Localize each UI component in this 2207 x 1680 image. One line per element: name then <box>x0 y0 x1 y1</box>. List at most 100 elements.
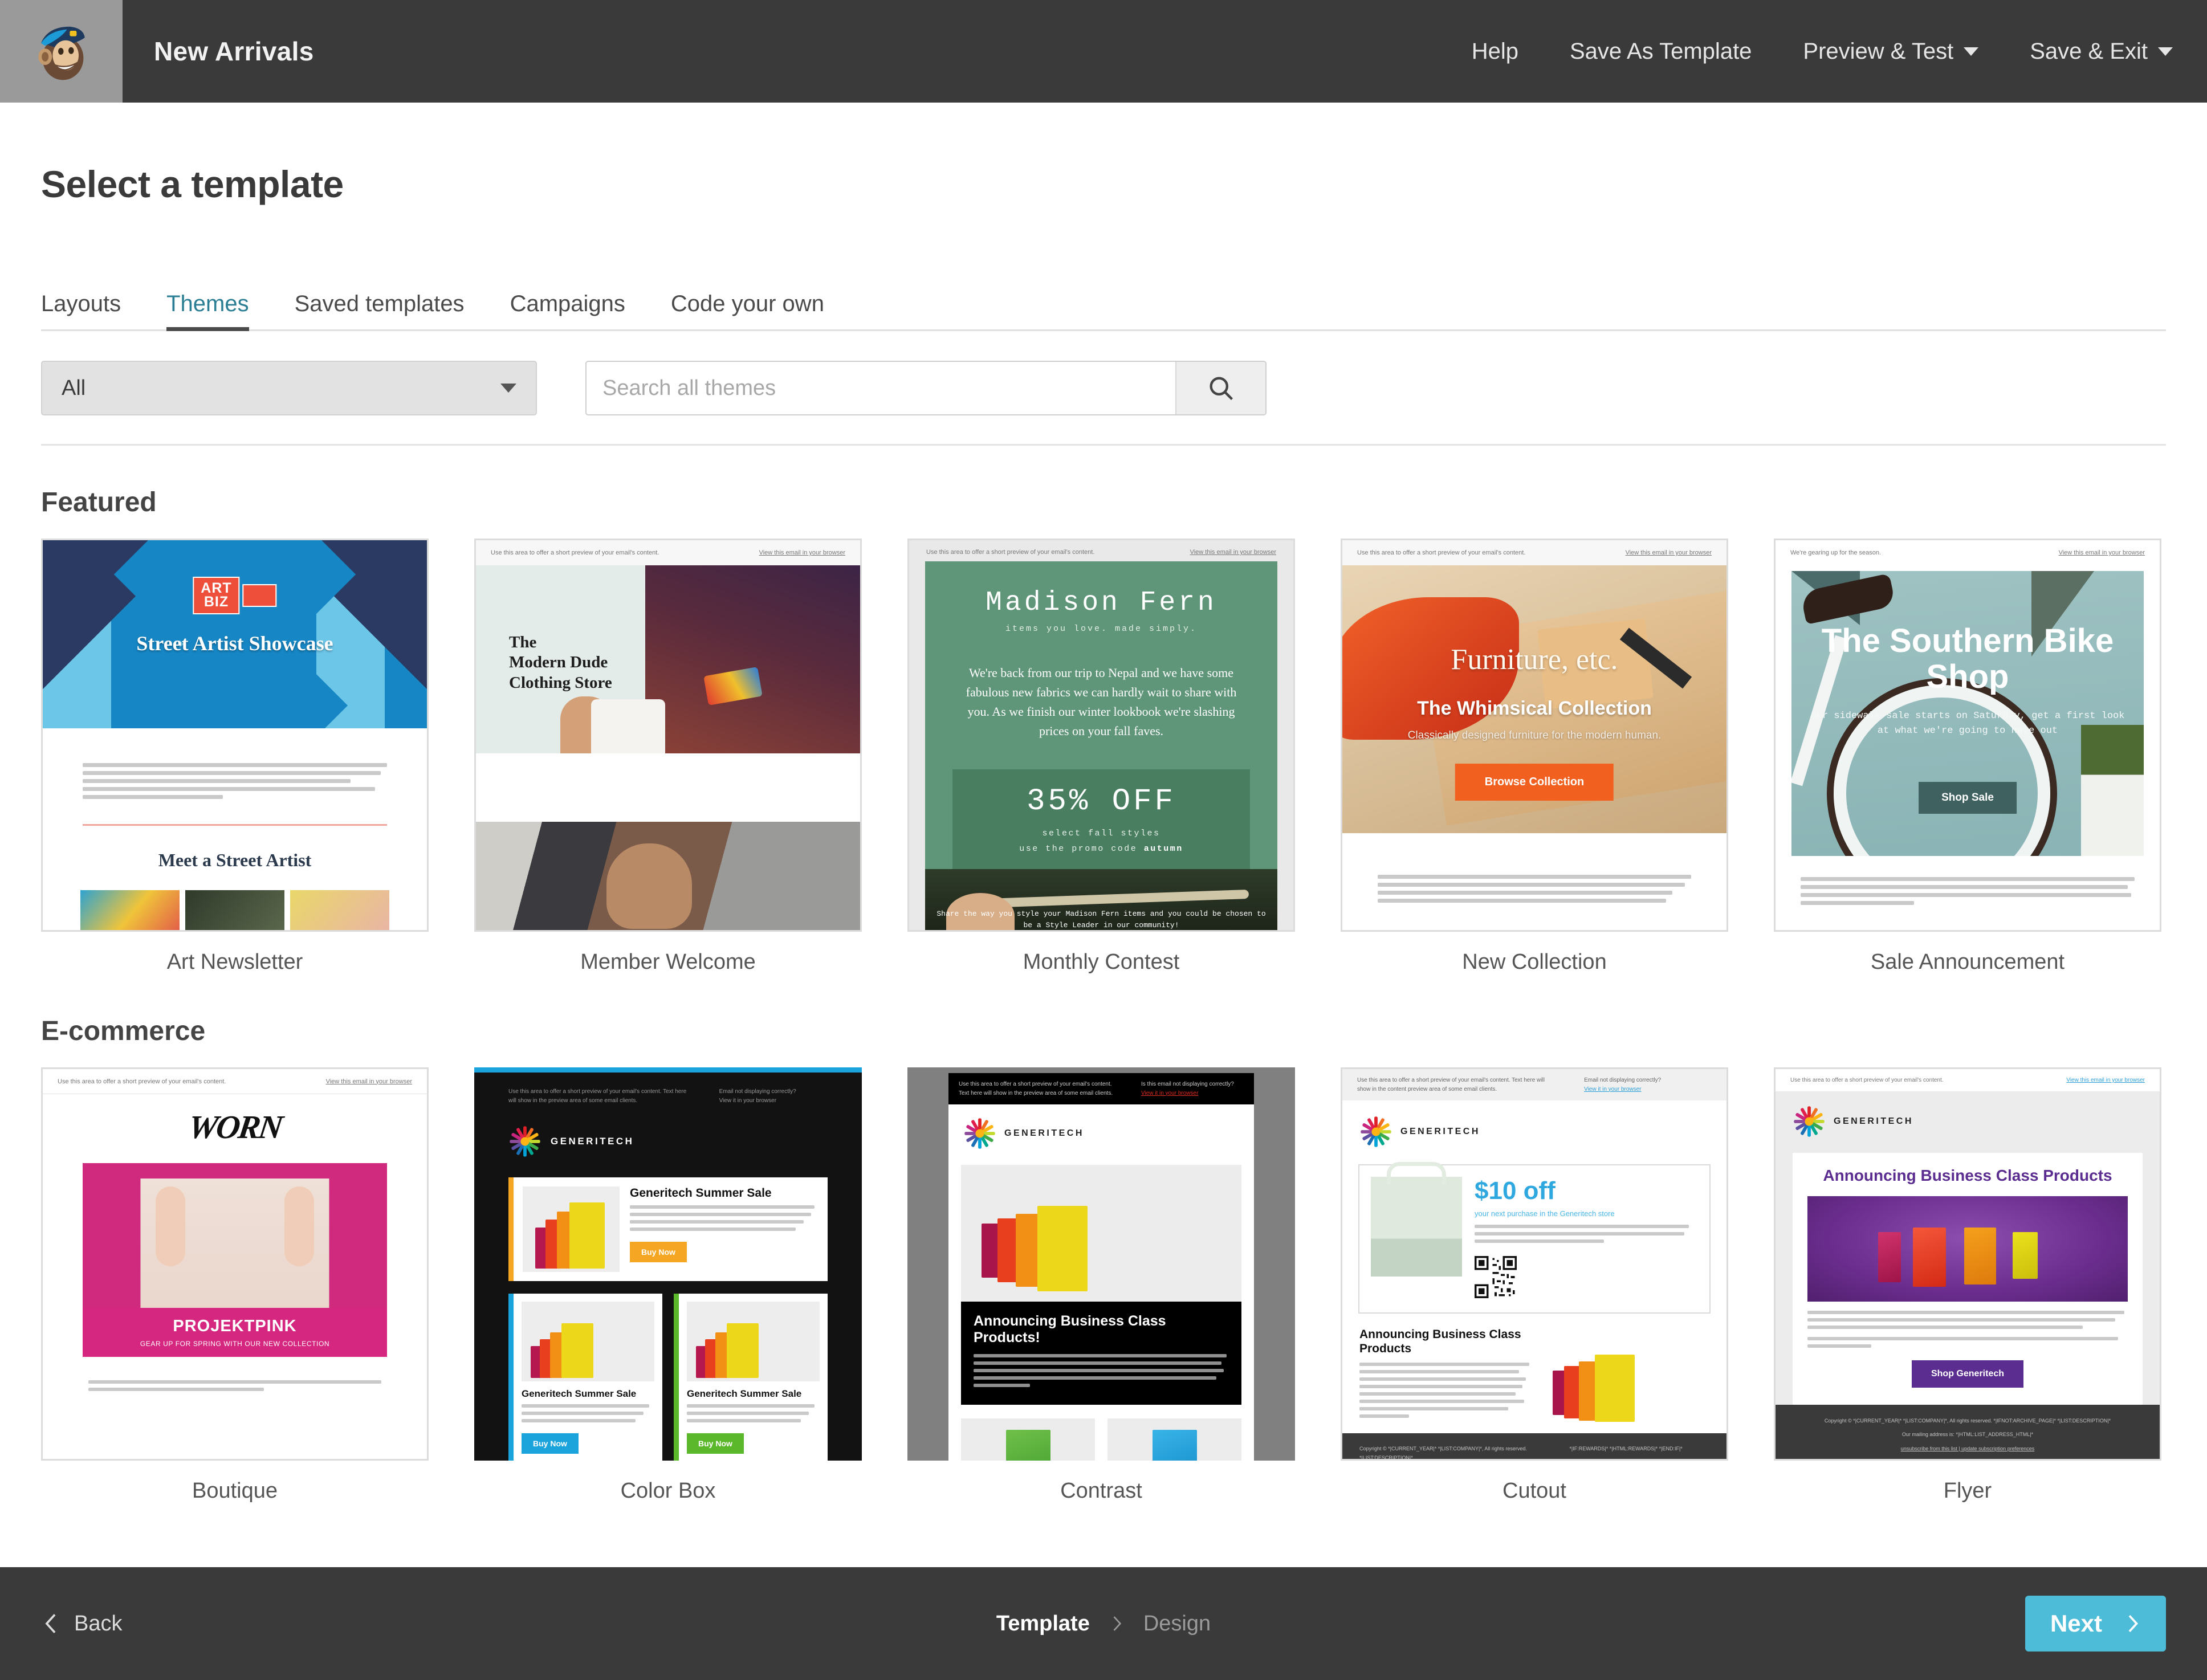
product-hero-image <box>1807 1196 2128 1302</box>
template-card-boutique[interactable]: Use this area to offer a short preview o… <box>41 1067 429 1503</box>
template-card-flyer[interactable]: Use this area to offer a short preview o… <box>1774 1067 2161 1503</box>
back-button[interactable]: Back <box>41 1610 122 1637</box>
view-in-browser-link[interactable]: View this email in your browser <box>2059 549 2145 556</box>
template-card-label: Color Box <box>620 1479 716 1503</box>
view-in-browser-link[interactable]: View this email in your browser <box>2066 1077 2145 1083</box>
template-thumbnail[interactable]: ART BIZ Street Artist Showcase Meet a Str… <box>41 539 429 932</box>
browser-link-line-1: Email not displaying correctly? <box>719 1088 796 1095</box>
view-in-browser-link[interactable]: View this email in your browser <box>1626 549 1712 556</box>
preheader-text: Use this area to offer a short preview o… <box>1357 549 1526 556</box>
template-card-cutout[interactable]: Use this area to offer a short preview o… <box>1341 1067 1728 1503</box>
search-button[interactable] <box>1175 362 1265 414</box>
template-thumbnail[interactable]: Use this area to offer a short preview o… <box>1341 1067 1728 1461</box>
divider <box>41 444 2166 446</box>
template-card-art-newsletter[interactable]: ART BIZ Street Artist Showcase Meet a Str… <box>41 539 429 974</box>
product-title: Generitech Summer Sale <box>630 1186 772 1200</box>
brand-name: The Southern Bike Shop <box>1821 622 2114 695</box>
search-input[interactable] <box>587 362 1175 414</box>
generitech-starburst-icon <box>510 1126 540 1157</box>
browser-link-line-1: Is this email not displaying correctly? <box>1141 1081 1234 1087</box>
template-card-label: Monthly Contest <box>1023 950 1180 974</box>
brand-lockup: GENERITECH <box>1793 1105 2143 1138</box>
brand-name: GENERITECH <box>1400 1127 1480 1136</box>
template-card-sale-announcement[interactable]: We're gearing up for the season. View th… <box>1774 539 2161 974</box>
template-thumbnail[interactable]: Use this area to offer a short preview o… <box>907 539 1295 932</box>
nav-help[interactable]: Help <box>1472 39 1518 64</box>
preheader-text: We're gearing up for the season. <box>1790 549 1882 556</box>
flyer-body: GENERITECH Announcing Business Class Pro… <box>1776 1091 2160 1405</box>
flyer-card: Announcing Business Class Products Shop … <box>1793 1153 2143 1405</box>
view-in-browser-link[interactable]: Email not displaying correctly? View it … <box>1584 1076 1712 1094</box>
template-thumbnail[interactable]: We're gearing up for the season. View th… <box>1774 539 2161 932</box>
mailchimp-logo-tile[interactable] <box>0 0 123 103</box>
breadcrumb-step-template: Template <box>996 1611 1090 1636</box>
photo-caption: Share the way you style your Madison Fer… <box>936 910 1266 929</box>
section-heading-ecommerce: E-commerce <box>41 1016 206 1046</box>
footer-unsubscribe[interactable]: unsubscribe from this list | update subs… <box>1790 1444 2145 1453</box>
template-thumbnail[interactable]: Use this area to offer a short preview o… <box>474 539 862 932</box>
search-icon <box>1210 377 1233 401</box>
email-footer: Copyright © *|CURRENT_YEAR|* *|LIST:COMP… <box>1776 1405 2160 1459</box>
template-thumbnail[interactable]: Use this area to offer a short preview o… <box>1341 539 1728 932</box>
preheader-bar: Use this area to offer a short preview o… <box>476 540 860 565</box>
template-card-label: Contrast <box>1060 1479 1142 1503</box>
nav-save-as-template[interactable]: Save As Template <box>1570 39 1752 64</box>
tab-themes[interactable]: Themes <box>166 291 249 331</box>
furniture-hero: Furniture, etc. The Whimsical Collection… <box>1342 565 1726 833</box>
category-filter-value: All <box>62 376 86 400</box>
nav-save-and-exit[interactable]: Save & Exit <box>2030 39 2173 64</box>
category-filter-select[interactable]: All <box>41 361 537 415</box>
template-thumbnail[interactable]: Use this area to offer a short preview o… <box>907 1067 1295 1461</box>
mailchimp-freddie-icon <box>38 26 85 80</box>
template-card-color-box[interactable]: Use this area to offer a short preview o… <box>474 1067 862 1503</box>
breadcrumb-step-design: Design <box>1143 1611 1211 1636</box>
preheader-bar: Use this area to offer a short preview o… <box>1342 1069 1726 1100</box>
template-thumbnail[interactable]: Use this area to offer a short preview o… <box>474 1067 862 1461</box>
shop-sale-button[interactable]: Shop Sale <box>1919 782 2017 814</box>
view-in-browser-link[interactable]: Email not displaying correctly? View it … <box>719 1087 828 1106</box>
buy-now-button[interactable]: Buy Now <box>687 1433 744 1454</box>
coupon-card: $10 off your next purchase in the Generi… <box>1358 1162 1711 1314</box>
template-card-contrast[interactable]: Use this area to offer a short preview o… <box>907 1067 1295 1503</box>
tab-code-your-own[interactable]: Code your own <box>671 291 824 329</box>
nav-preview-and-test[interactable]: Preview & Test <box>1803 39 1979 64</box>
chevron-left-icon <box>45 1614 56 1633</box>
view-in-browser-link[interactable]: View this email in your browser <box>759 549 845 556</box>
product-image <box>1549 1327 1709 1422</box>
chevron-down-icon <box>2158 47 2173 56</box>
preheader-text: Use this area to offer a short preview o… <box>1790 1077 1944 1083</box>
hands-photo: Share the way you style your Madison Fer… <box>925 869 1277 930</box>
artbiz-logo: ART BIZ <box>193 577 277 614</box>
breadcrumb: Template Design <box>996 1612 1211 1636</box>
next-button[interactable]: Next <box>2025 1596 2166 1652</box>
color-box-email: Use this area to offer a short preview o… <box>474 1067 862 1461</box>
announcement-section: Announcing Business Class Products <box>1342 1314 1726 1422</box>
view-in-browser-link[interactable]: View this email in your browser <box>1190 549 1276 556</box>
ecommerce-template-grid: Use this area to offer a short preview o… <box>41 1067 2166 1503</box>
template-card-new-collection[interactable]: Use this area to offer a short preview o… <box>1341 539 1728 974</box>
chevron-right-icon <box>2128 1614 2139 1633</box>
view-in-browser-link[interactable]: Is this email not displaying correctly? … <box>1141 1080 1244 1098</box>
tab-saved-templates[interactable]: Saved templates <box>295 291 465 329</box>
brand-lockup: GENERITECH <box>948 1104 1254 1150</box>
sale-tagline: our sidewalk sale starts on Saturday, ge… <box>1810 711 2125 737</box>
body-copy: We're back from our trip to Nepal and we… <box>966 666 1237 739</box>
brand-name: GENERITECH <box>1834 1116 1913 1126</box>
collection-headline: The Whimsical Collection <box>1417 698 1652 719</box>
tab-campaigns[interactable]: Campaigns <box>510 291 625 329</box>
buy-now-button[interactable]: Buy Now <box>630 1242 687 1262</box>
buy-now-button[interactable]: Buy Now <box>522 1433 579 1454</box>
top-app-bar: New Arrivals Help Save As Template Previ… <box>0 0 2207 103</box>
shop-generitech-button[interactable]: Shop Generitech <box>1911 1360 2024 1388</box>
tab-layouts[interactable]: Layouts <box>41 291 121 329</box>
preheader-bar: We're gearing up for the season. View th… <box>1776 540 2160 565</box>
template-thumbnail[interactable]: Use this area to offer a short preview o… <box>1774 1067 2161 1461</box>
browse-collection-button[interactable]: Browse Collection <box>1455 764 1614 801</box>
art-subhead: Meet a Street Artist <box>158 850 312 870</box>
featured-template-grid: ART BIZ Street Artist Showcase Meet a Str… <box>41 539 2166 974</box>
template-thumbnail[interactable]: Use this area to offer a short preview o… <box>41 1067 429 1461</box>
template-card-member-welcome[interactable]: Use this area to offer a short preview o… <box>474 539 862 974</box>
preheader-text: Use this area to offer a short preview o… <box>926 549 1095 556</box>
view-in-browser-link[interactable]: View this email in your browser <box>326 1078 412 1085</box>
template-card-monthly-contest[interactable]: Use this area to offer a short preview o… <box>907 539 1295 974</box>
